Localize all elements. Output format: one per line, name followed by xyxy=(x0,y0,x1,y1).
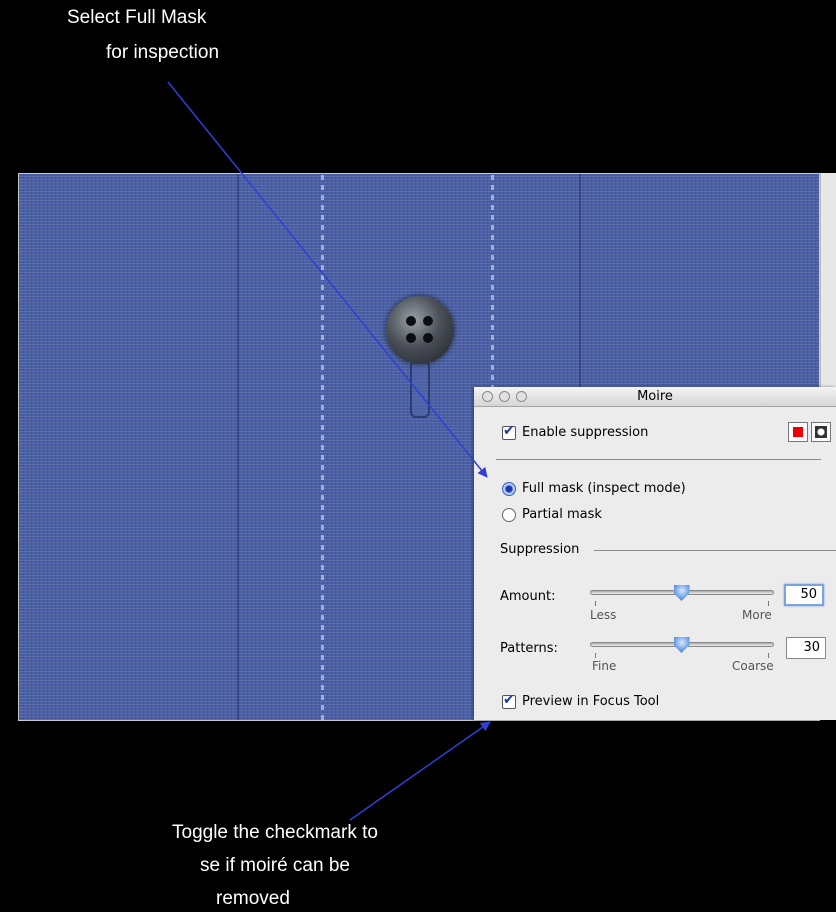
preview-focus-tool-label: Preview in Focus Tool xyxy=(522,694,660,709)
annotation-toggle-checkmark: Toggle the checkmark to xyxy=(172,822,378,843)
patterns-min-label: Fine xyxy=(592,659,617,673)
group-divider xyxy=(594,550,836,551)
suppression-group-label: Suppression xyxy=(500,542,580,557)
preview-focus-tool-checkbox[interactable]: Preview in Focus Tool xyxy=(502,692,660,709)
shirt-button xyxy=(386,296,454,364)
patterns-tick-min xyxy=(595,653,596,658)
amount-min-label: Less xyxy=(590,608,617,622)
panel-titlebar[interactable]: Moire xyxy=(474,387,836,407)
enable-suppression-label: Enable suppression xyxy=(522,425,649,440)
patterns-tick-max xyxy=(768,653,769,658)
amount-value-field[interactable]: 50 xyxy=(784,584,824,606)
patterns-max-label: Coarse xyxy=(732,659,774,673)
divider xyxy=(496,459,821,460)
arrow-to-preview-checkbox xyxy=(349,721,491,821)
moire-panel: Moire Enable suppression Full mask (insp… xyxy=(474,387,836,720)
radio-partial-mask-label: Partial mask xyxy=(522,507,602,522)
amount-max-label: More xyxy=(742,608,772,622)
shirt-buttonhole xyxy=(410,360,430,418)
checkbox-icon[interactable] xyxy=(502,692,516,709)
amount-label: Amount: xyxy=(500,589,556,604)
patterns-label: Patterns: xyxy=(500,641,558,656)
radio-full-mask-label: Full mask (inspect mode) xyxy=(522,481,686,496)
annotation-select-full-mask: Select Full Mask xyxy=(67,7,207,28)
amount-tick-min xyxy=(595,601,596,606)
placket-edge-left xyxy=(237,174,239,720)
patterns-value-field[interactable]: 30 xyxy=(786,637,826,659)
radio-partial-mask[interactable]: Partial mask xyxy=(502,507,602,522)
enable-suppression-checkbox[interactable]: Enable suppression xyxy=(502,423,649,440)
annotation-see-if-moire: se if moiré can be xyxy=(200,855,350,876)
radio-full-mask[interactable]: Full mask (inspect mode) xyxy=(502,481,686,496)
radio-unselected-icon[interactable] xyxy=(502,507,516,522)
patterns-slider-thumb[interactable] xyxy=(673,637,690,653)
mask-view-button[interactable] xyxy=(811,422,831,442)
annotation-for-inspection: for inspection xyxy=(106,42,220,63)
annotation-removed: removed xyxy=(216,888,290,909)
amount-tick-max xyxy=(768,601,769,606)
red-overlay-button[interactable] xyxy=(788,422,808,442)
checkbox-icon[interactable] xyxy=(502,423,516,440)
placket-seam-left xyxy=(321,174,324,720)
radio-selected-icon[interactable] xyxy=(502,481,516,496)
panel-title: Moire xyxy=(637,389,673,404)
amount-slider-thumb[interactable] xyxy=(673,585,690,601)
